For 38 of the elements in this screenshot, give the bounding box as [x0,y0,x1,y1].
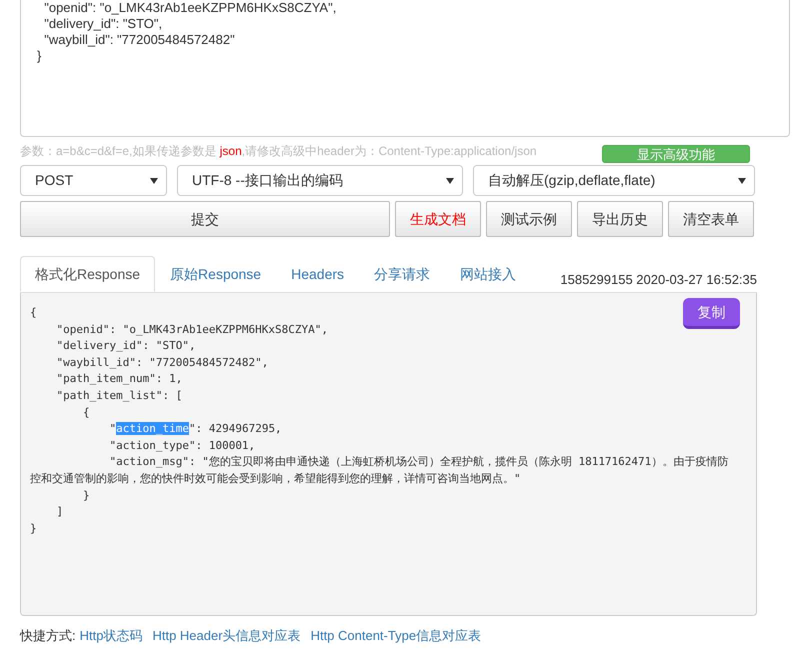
action-button[interactable]: 生成文档 [395,201,481,237]
code-line: { [82,404,90,421]
caret-icon [446,178,454,184]
code-line: "action_msg": "您的宝贝即将由申通快递（上海虹桥机场公司）全程护航，揽件员（陈永明 18117162471）。由于疫情防控和交通管制的影响，您的快件时效可能会受到影响，希望能得到您的理解，详情可咨询当地网点。" [30,454,730,487]
code-line: "openid": "o_LMK43rAb1eeKZPPM6HKxS8CZYA", [56,322,328,338]
action-button[interactable]: 提交 [20,201,390,237]
dropdown[interactable]: POST [20,165,167,196]
caret-icon [150,178,158,184]
shortcuts-label: 快捷方式: [20,627,76,645]
code-line: } [82,488,90,504]
tab[interactable]: 原始Response [155,256,276,292]
code-line: ] [56,504,64,520]
caret-icon [738,178,746,184]
action-button[interactable]: 导出历史 [577,201,663,237]
action-button[interactable]: 清空表单 [668,201,754,237]
link[interactable]: Http Content-Type信息对应表 [310,626,482,646]
code-line: "delivery_id": "STO", [56,338,196,354]
code-line: "action_time": 4294967295, [108,421,282,438]
code-line: "waybill_id": "772005484572482", [56,354,268,371]
code-line: { [30,305,37,321]
timestamp: 1585299155 2020-03-27 16:52:35 [560,270,757,288]
tab[interactable]: Headers [276,256,360,292]
code-line: "path_item_num": 1, [56,371,182,388]
tab[interactable]: 网站接入 [445,256,532,292]
link[interactable]: Http状态码 [80,626,142,646]
code-line: "action_type": 100001, [108,438,256,454]
dropdown[interactable]: 自动解压(gzip,deflate,flate) [473,165,755,196]
code-line: "path_item_list": [ [56,388,182,404]
request-textarea[interactable]: "openid": "o_LMK43rAb1eeKZPPM6HKxS8CZYA", "delivery_id": "STO", "waybill_id": "772005484572482" } [20,0,790,137]
tab[interactable]: 分享请求 [359,256,446,292]
code-line: } [30,520,37,537]
dropdown[interactable]: UTF-8 --接口输出的编码 [177,165,463,196]
tab[interactable]: 格式化Response [20,256,156,292]
link[interactable]: Http Header头信息对应表 [152,626,301,646]
advanced-button[interactable]: 显示高级功能 [602,145,750,163]
action-button[interactable]: 测试示例 [486,201,572,237]
hint-text: 参数：a=b&c=d&f=e,如果传递参数是 json,请修改高级中header为：Content-Type:application/json [20,143,537,160]
copy-button[interactable]: 复制 [683,298,740,329]
